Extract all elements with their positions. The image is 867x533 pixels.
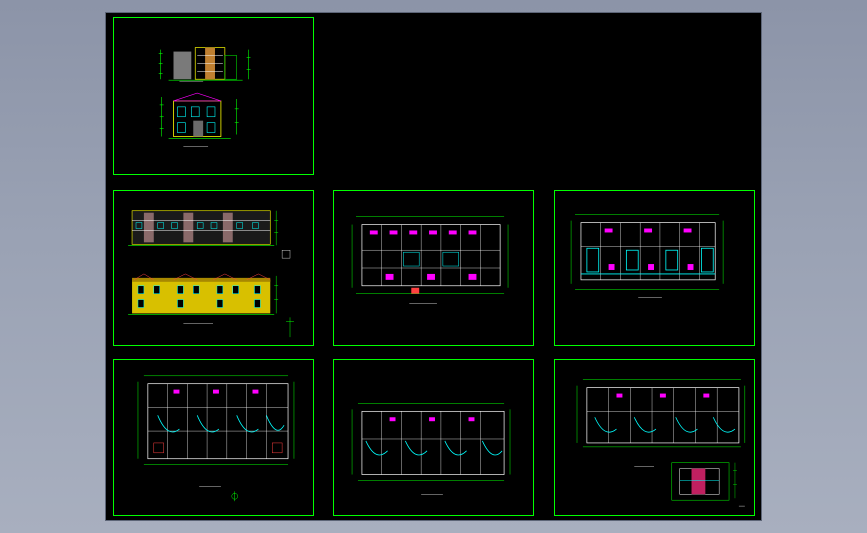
sheet-side-elevations[interactable]: [113, 17, 314, 175]
sheet-floor-plan-2[interactable]: [554, 190, 755, 346]
sheet-front-rear-elevations[interactable]: [113, 190, 314, 346]
drawing-canvas[interactable]: [105, 12, 762, 521]
sheet-floor-plan-3[interactable]: [113, 359, 314, 516]
front-rear-elevations-drawing: [128, 210, 294, 338]
floor-plan-5-drawing: [576, 379, 746, 507]
sheet-floor-plan-4[interactable]: [333, 359, 534, 516]
floor-plan-4-drawing: [351, 403, 511, 495]
side-elevations-drawing: [158, 47, 251, 147]
sheet-floor-plan-5[interactable]: [554, 359, 755, 516]
sheet-floor-plan-1[interactable]: [333, 190, 534, 346]
floor-plan-1-drawing: [351, 216, 509, 304]
floor-plan-3-drawing: [137, 375, 295, 502]
floor-plan-2-drawing: [570, 214, 724, 298]
